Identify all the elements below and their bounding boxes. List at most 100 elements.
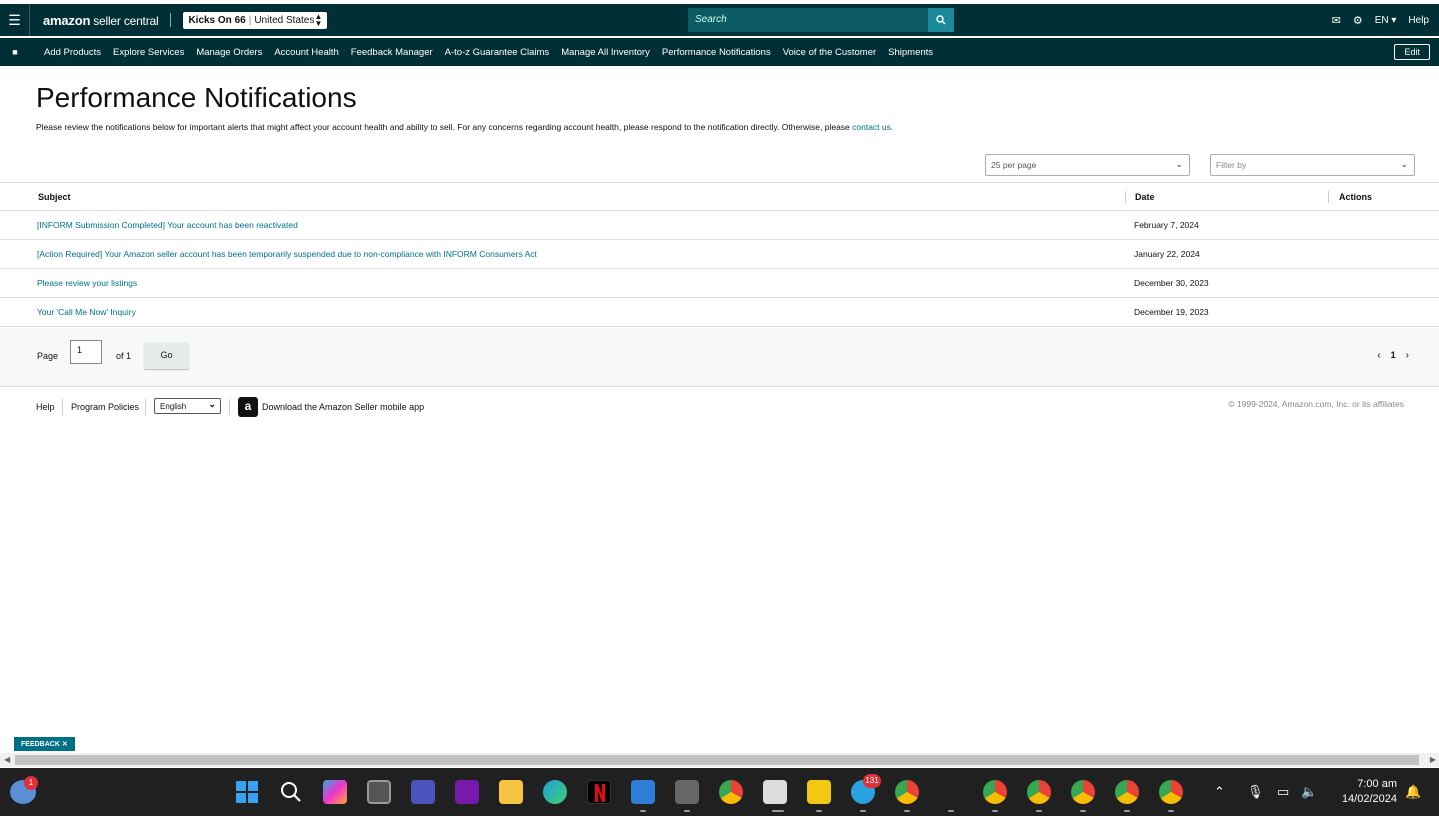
network-icon[interactable]: ▭: [1277, 768, 1289, 816]
running-indicator: [1080, 810, 1086, 812]
help-link[interactable]: Help: [1408, 15, 1429, 26]
running-indicator: [1124, 810, 1130, 812]
chrome-profile-icon[interactable]: [983, 780, 1007, 804]
clock-date: 14/02/2024: [1341, 793, 1397, 805]
netflix-icon[interactable]: [587, 780, 611, 804]
language-selector[interactable]: EN ▾: [1375, 15, 1397, 26]
store-name: Kicks On 66: [188, 14, 246, 26]
column-header-actions: Actions: [1339, 192, 1373, 202]
seller-central-logo[interactable]: amazon seller central: [43, 12, 159, 28]
page-nav: ‹ 1 ›: [1377, 350, 1409, 361]
edge-icon[interactable]: [543, 780, 567, 804]
notification-subject-link[interactable]: Please review your listings: [37, 278, 137, 288]
nav-item-shipments[interactable]: Shipments: [888, 47, 933, 58]
nav-item-performance-notifications[interactable]: Performance Notifications: [662, 47, 771, 58]
notification-subject-link[interactable]: [INFORM Submission Completed] Your accou…: [37, 220, 298, 230]
divider: [170, 13, 172, 27]
search-input[interactable]: Search: [688, 8, 928, 32]
copilot-icon[interactable]: [323, 780, 347, 804]
per-page-select[interactable]: 25 per page ⌄: [985, 154, 1190, 176]
nav-item-add-products[interactable]: Add Products: [44, 47, 101, 58]
chevron-down-icon: ⌄: [208, 399, 216, 409]
notification-subject-link[interactable]: [Action Required] Your Amazon seller acc…: [37, 249, 537, 259]
file-explorer-icon[interactable]: [499, 780, 523, 804]
page-title: Performance Notifications: [36, 82, 357, 113]
system-clock[interactable]: 7:00 am 14/02/2024: [1342, 777, 1397, 807]
table-row: [Action Required] Your Amazon seller acc…: [0, 240, 1439, 269]
task-view-icon[interactable]: [367, 780, 391, 804]
chrome-profile-icon[interactable]: [1071, 780, 1095, 804]
nav-item-a-to-z-claims[interactable]: A-to-z Guarantee Claims: [445, 47, 550, 58]
volume-icon[interactable]: 🔈: [1301, 768, 1317, 816]
scrollbar-thumb[interactable]: [15, 755, 1419, 765]
bookmark-icon[interactable]: ■: [0, 47, 30, 57]
language-label: EN: [1374, 14, 1389, 26]
running-indicator: [904, 810, 910, 812]
chrome-profile-icon[interactable]: [1159, 780, 1183, 804]
microphone-icon[interactable]: 🎙: [1247, 768, 1264, 816]
scroll-left-icon[interactable]: ◀: [4, 755, 10, 764]
running-indicator: [1168, 810, 1174, 812]
up-down-arrow-icon: ▲ ▼: [314, 12, 323, 28]
current-page[interactable]: 1: [1391, 350, 1396, 361]
nav-item-feedback-manager[interactable]: Feedback Manager: [351, 47, 433, 58]
snipping-tool-icon[interactable]: [763, 780, 787, 804]
chrome-profile-icon[interactable]: [1115, 780, 1139, 804]
teams-icon[interactable]: [411, 780, 435, 804]
weather-icon[interactable]: 1: [10, 776, 38, 804]
chrome-profile-icon[interactable]: [1027, 780, 1051, 804]
page-number-input[interactable]: 1: [70, 340, 102, 364]
search-icon[interactable]: [279, 780, 303, 804]
nav-item-voice-of-customer[interactable]: Voice of the Customer: [783, 47, 876, 58]
footer-language-value: English: [160, 402, 187, 411]
telegram-icon[interactable]: 131: [851, 774, 881, 804]
chrome-icon[interactable]: [719, 780, 743, 804]
page-description: Please review the notifications below fo…: [36, 122, 893, 132]
nav-item-account-health[interactable]: Account Health: [274, 47, 338, 58]
show-hidden-icons-icon[interactable]: ⌃: [1214, 768, 1225, 816]
chevron-right-icon[interactable]: ›: [1406, 350, 1409, 361]
pagination-bar: Page 1 of 1 Go ‹ 1 ›: [0, 328, 1439, 387]
table-row: Your 'Call Me Now' Inquiry December 19, …: [0, 298, 1439, 327]
store-selector[interactable]: Kicks On 66 | United States ▲ ▼: [183, 11, 328, 29]
table-row: [INFORM Submission Completed] Your accou…: [0, 211, 1439, 240]
download-app-link[interactable]: Download the Amazon Seller mobile app: [262, 402, 424, 412]
calculator-icon[interactable]: [675, 780, 699, 804]
copyright: © 1999-2024, Amazon.com, Inc. or its aff…: [1228, 399, 1404, 409]
top-bar: ☰ amazon seller central Kicks On 66 | Un…: [0, 4, 1439, 36]
sticky-notes-icon[interactable]: [807, 780, 831, 804]
horizontal-scrollbar[interactable]: ◀ ▶: [0, 753, 1439, 767]
search-bar: Search: [688, 8, 954, 32]
contact-us-link[interactable]: contact us.: [852, 122, 893, 132]
search-icon[interactable]: [928, 8, 954, 32]
notepad-icon[interactable]: [631, 780, 655, 804]
edit-nav-button[interactable]: Edit: [1394, 44, 1430, 60]
table-header: Subject Date Actions: [0, 182, 1439, 211]
filter-by-select[interactable]: Filter by ⌄: [1210, 154, 1415, 176]
chevron-left-icon[interactable]: ‹: [1377, 350, 1380, 361]
amazon-app-icon[interactable]: a: [238, 397, 258, 417]
hamburger-menu-icon[interactable]: ☰: [0, 4, 30, 36]
program-policies-link[interactable]: Program Policies: [71, 402, 139, 412]
mail-icon[interactable]: ✉: [1332, 14, 1341, 27]
notification-subject-link[interactable]: Your 'Call Me Now' Inquiry: [37, 307, 136, 317]
nav-item-manage-orders[interactable]: Manage Orders: [196, 47, 262, 58]
column-divider: [1328, 191, 1329, 203]
logo-brand: amazon: [43, 12, 91, 28]
footer-language-select[interactable]: English ⌄: [154, 398, 221, 414]
clock-time: 7:00 am: [1357, 778, 1397, 790]
notification-icon[interactable]: 🔔: [1405, 768, 1421, 816]
go-button[interactable]: Go: [144, 342, 189, 369]
scroll-right-icon[interactable]: ▶: [1430, 755, 1436, 764]
gear-icon[interactable]: ⚙: [1353, 14, 1363, 27]
column-header-date[interactable]: Date: [1135, 192, 1155, 202]
windows-start-icon[interactable]: [235, 780, 259, 804]
nav-item-explore-services[interactable]: Explore Services: [113, 47, 184, 58]
footer-help-link[interactable]: Help: [36, 402, 55, 412]
nav-item-manage-inventory[interactable]: Manage All Inventory: [561, 47, 650, 58]
column-header-subject[interactable]: Subject: [38, 192, 71, 202]
feedback-button[interactable]: FEEDBACK ✕: [14, 737, 75, 751]
chrome-profile-icon[interactable]: [895, 780, 919, 804]
onenote-icon[interactable]: [455, 780, 479, 804]
page-count-label: of 1: [116, 351, 132, 361]
